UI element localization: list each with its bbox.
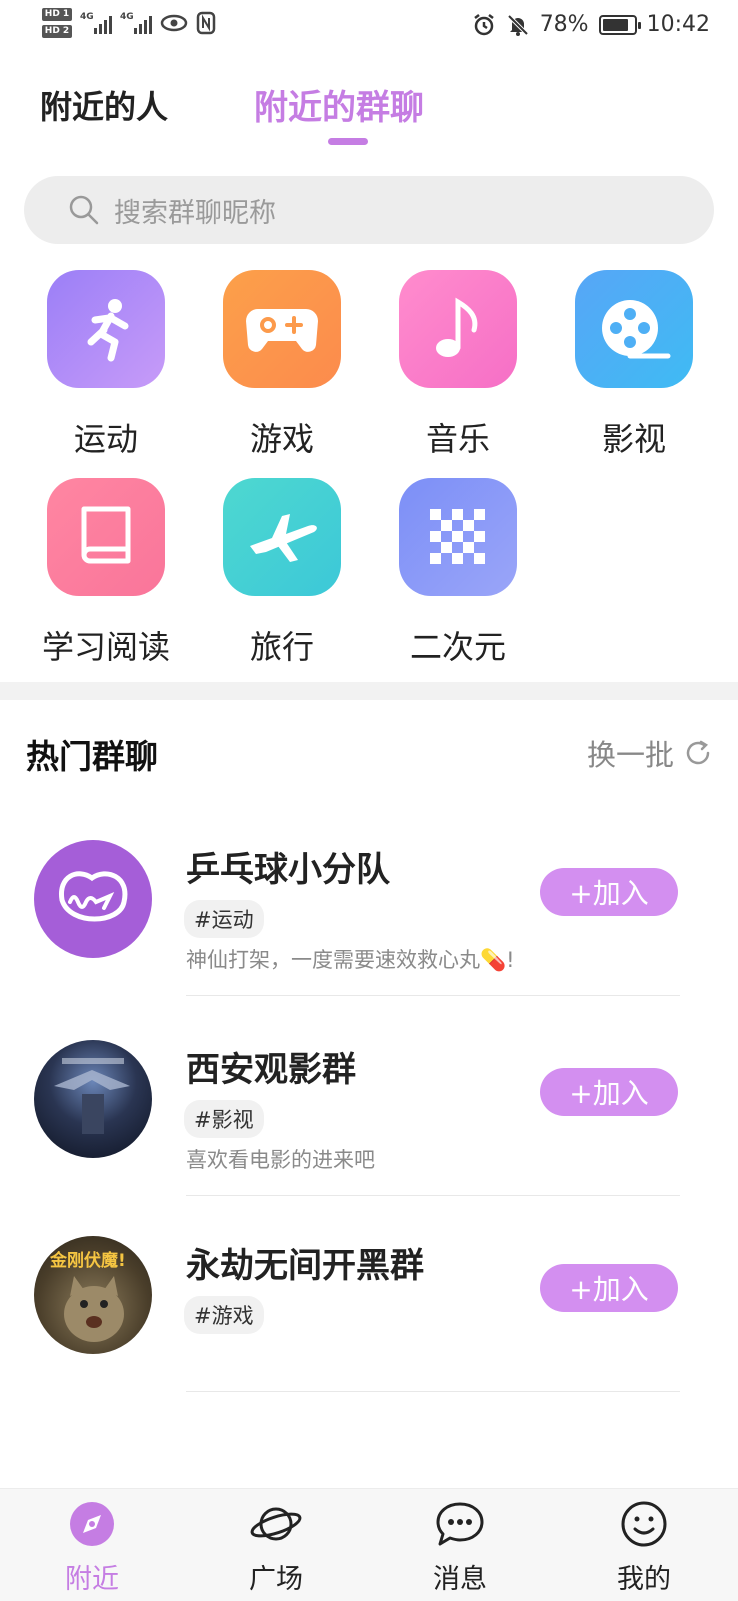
- compass-icon: [70, 1502, 114, 1546]
- group-name: 乒乓球小分队: [186, 850, 390, 890]
- category-sports[interactable]: 运动: [18, 270, 194, 460]
- clock: 10:42: [646, 12, 710, 37]
- search-input[interactable]: 搜索群聊昵称: [24, 176, 714, 244]
- smiley-icon: [621, 1501, 667, 1547]
- nav-label: 广场: [249, 1564, 303, 1595]
- nav-label: 消息: [433, 1564, 487, 1595]
- signal-icon: 4G: [80, 12, 112, 34]
- group-row[interactable]: 乒乓球小分队 #运动 神仙打架，一度需要速效救心丸💊! +加入: [0, 800, 738, 996]
- nav-nearby[interactable]: 附近: [32, 1499, 152, 1596]
- running-icon: [87, 299, 129, 362]
- group-name: 西安观影群: [186, 1050, 356, 1090]
- join-button[interactable]: +加入: [540, 868, 678, 916]
- group-avatar: [34, 840, 152, 958]
- music-note-icon: [436, 297, 478, 357]
- hot-groups-title: 热门群聊: [26, 737, 158, 776]
- group-tag: #影视: [184, 1100, 264, 1138]
- group-avatar: 金刚伏魔!: [34, 1236, 152, 1354]
- nav-profile[interactable]: 我的: [584, 1499, 704, 1596]
- active-tab-indicator: [328, 138, 368, 145]
- tab-nearby-people[interactable]: 附近的人: [40, 82, 168, 128]
- category-label: 音乐: [425, 420, 490, 458]
- nav-label: 我的: [617, 1564, 671, 1595]
- film-reel-icon: [602, 300, 671, 359]
- row-divider: [186, 995, 680, 996]
- nfc-icon: [196, 11, 216, 35]
- group-tag: #运动: [184, 900, 264, 938]
- join-button[interactable]: +加入: [540, 1264, 678, 1312]
- group-name: 永劫无间开黑群: [186, 1246, 424, 1286]
- checkerboard-icon: [430, 509, 485, 564]
- avatar-caption: 金刚伏魔!: [50, 1251, 126, 1271]
- group-avatar: [34, 1040, 152, 1158]
- category-games[interactable]: 游戏: [194, 270, 370, 460]
- category-label: 学习阅读: [41, 628, 170, 666]
- group-row[interactable]: 西安观影群 #影视 喜欢看电影的进来吧 +加入: [0, 1000, 738, 1196]
- category-film[interactable]: 影视: [546, 270, 722, 460]
- category-study-reading[interactable]: 学习阅读: [18, 478, 194, 668]
- nav-label: 附近: [65, 1564, 119, 1595]
- top-tabs: 附近的人 附近的群聊: [0, 78, 738, 158]
- gamepad-icon: [246, 309, 318, 352]
- hd-badge: HD 1: [42, 8, 72, 21]
- search-icon: [69, 195, 99, 225]
- row-divider: [186, 1391, 680, 1392]
- search-placeholder: 搜索群聊昵称: [114, 197, 276, 229]
- status-bar: HD 1 HD 2 4G 4G 78% 10:42: [0, 0, 738, 56]
- bell-off-icon: [507, 14, 529, 36]
- category-anime[interactable]: 二次元: [370, 478, 546, 668]
- group-row[interactable]: 金刚伏魔! 永劫无间开黑群 #游戏 +加入: [0, 1196, 738, 1392]
- alarm-icon: [473, 13, 494, 35]
- group-description: 神仙打架，一度需要速效救心丸💊!: [186, 948, 515, 972]
- category-travel[interactable]: 旅行: [194, 478, 370, 668]
- category-label: 运动: [73, 420, 138, 458]
- refresh-icon: [686, 740, 710, 765]
- battery-percent: 78%: [539, 12, 589, 37]
- eye-icon: [160, 14, 188, 32]
- hd-badge: HD 2: [42, 25, 72, 38]
- category-label: 旅行: [249, 628, 314, 666]
- category-label: 游戏: [249, 420, 314, 458]
- airplane-icon: [250, 514, 317, 562]
- group-description: 喜欢看电影的进来吧: [186, 1148, 375, 1172]
- nav-square[interactable]: 广场: [216, 1499, 336, 1596]
- refresh-button[interactable]: 换一批: [587, 732, 712, 774]
- group-tag: #游戏: [184, 1296, 264, 1334]
- battery-icon: [598, 14, 641, 35]
- bottom-nav: 附近 广场 消息 我的: [0, 1488, 738, 1601]
- chat-bubble-icon: [436, 1502, 484, 1546]
- planet-icon: [250, 1507, 302, 1541]
- nav-messages[interactable]: 消息: [400, 1499, 520, 1596]
- section-divider: [0, 682, 738, 700]
- book-icon: [81, 506, 131, 564]
- category-label: 影视: [601, 420, 666, 458]
- category-label: 二次元: [409, 628, 506, 666]
- tab-nearby-groups[interactable]: 附近的群聊: [254, 80, 424, 129]
- refresh-label: 换一批: [586, 738, 674, 772]
- signal-icon: 4G: [120, 12, 152, 34]
- category-music[interactable]: 音乐: [370, 270, 546, 460]
- join-button[interactable]: +加入: [540, 1068, 678, 1116]
